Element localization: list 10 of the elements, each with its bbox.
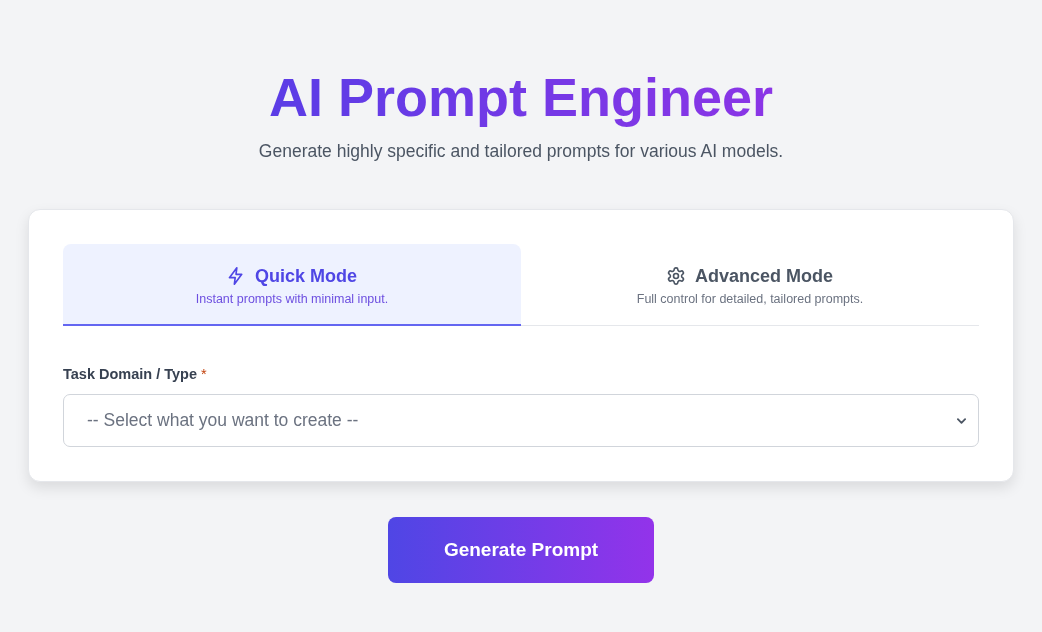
required-mark: * — [201, 365, 207, 384]
mode-tab[interactable]: Advanced Mode Full control for detailed, tailored prompts. — [521, 244, 979, 326]
task-type-select[interactable]: -- Select what you want to create -- — [63, 394, 979, 447]
field-label: Task Domain / Type — [63, 365, 198, 384]
gear-icon — [667, 267, 685, 285]
page-subtitle: Generate highly specific and tailored prompts for various AI models. — [258, 140, 784, 162]
generate-button[interactable]: Generate Prompt — [388, 517, 654, 583]
chevron-down-icon — [957, 417, 966, 424]
mode-tab[interactable]: Quick Mode Instant prompts with minimal input. — [63, 244, 521, 326]
lightning-icon — [227, 267, 245, 285]
